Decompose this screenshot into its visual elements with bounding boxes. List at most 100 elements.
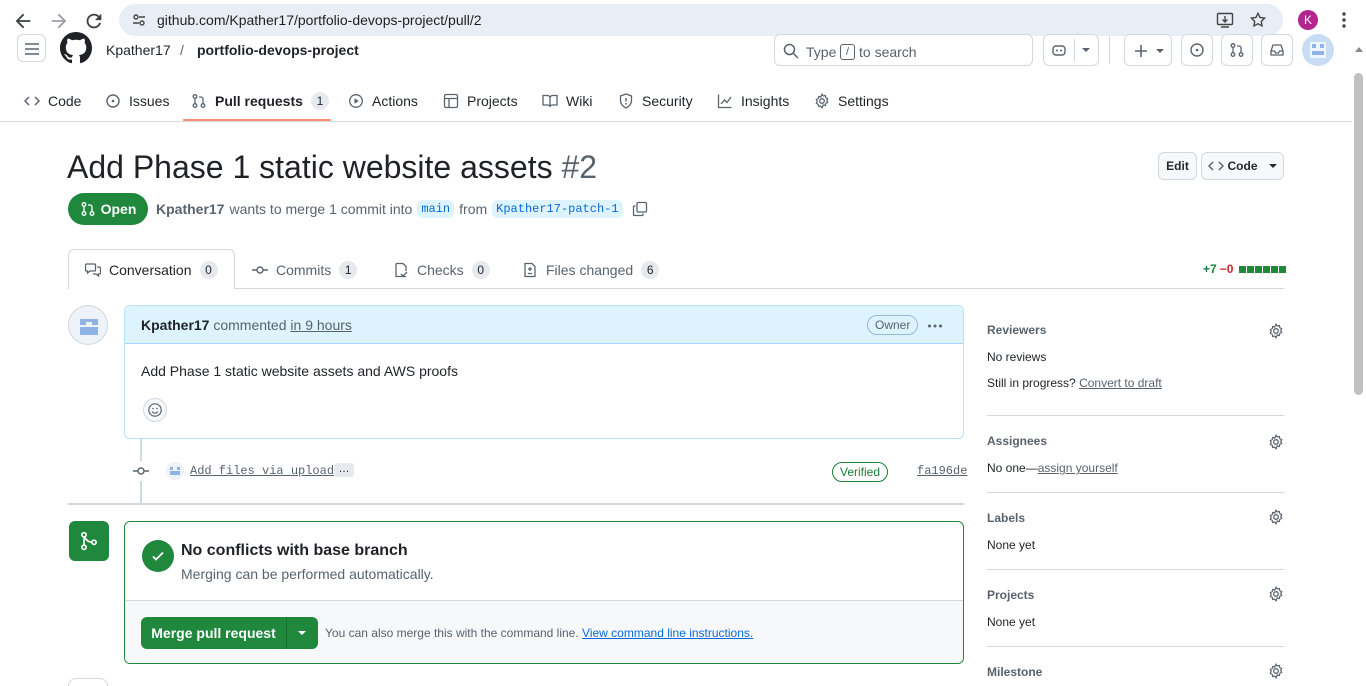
files-changed-count: 6 (641, 261, 660, 279)
merge-pull-request-button[interactable]: Merge pull request (141, 617, 286, 649)
commit-message-link[interactable]: Add files via upload (190, 464, 334, 478)
command-line-instructions-link[interactable]: View command line instructions. (582, 626, 753, 640)
search-placeholder-suffix: to search (859, 44, 917, 60)
tab-checks[interactable]: Checks 0 (393, 252, 490, 288)
milestone-section: Milestone (987, 663, 1284, 685)
profile-avatar[interactable]: K (1298, 10, 1318, 30)
comment-discussion-icon (85, 263, 101, 278)
tab-settings[interactable]: Settings (814, 88, 889, 114)
bookmark-star-icon[interactable] (1249, 11, 1267, 29)
commit-expand-button[interactable]: … (334, 463, 354, 477)
forward-arrow-icon[interactable] (48, 10, 70, 32)
reload-icon[interactable] (83, 10, 105, 32)
user-avatar[interactable] (1302, 34, 1334, 66)
code-icon (24, 96, 40, 106)
assignees-gear-icon[interactable] (1268, 434, 1284, 450)
shield-icon (619, 93, 633, 109)
graph-icon (717, 94, 732, 109)
comment-action: commented (213, 317, 287, 333)
checklist-icon (395, 262, 408, 278)
scrollbar-track[interactable] (1352, 40, 1366, 686)
merge-button-group: Merge pull request (141, 617, 318, 649)
tab-wiki[interactable]: Wiki (542, 88, 592, 114)
tab-issues[interactable]: Issues (105, 88, 169, 114)
hamburger-menu-button[interactable] (17, 34, 46, 62)
plus-icon (1135, 45, 1147, 57)
site-info-icon[interactable] (131, 12, 147, 28)
tab-commits[interactable]: Commits 1 (252, 252, 358, 288)
tab-insights[interactable]: Insights (717, 88, 789, 114)
labels-gear-icon[interactable] (1268, 509, 1284, 525)
copilot-button[interactable] (1043, 34, 1099, 66)
scrollbar-thumb[interactable] (1354, 73, 1363, 395)
comment-timestamp[interactable]: in 9 hours (290, 317, 351, 333)
comment-author-link[interactable]: Kpather17 (141, 317, 209, 333)
projects-value: None yet (987, 615, 1036, 629)
tab-code[interactable]: Code (24, 88, 81, 114)
diffstat-blocks (1239, 265, 1287, 273)
code-dropdown-button[interactable]: Code (1201, 152, 1284, 180)
commit-sha-link[interactable]: fa196de (917, 464, 967, 478)
base-branch[interactable]: main (417, 200, 455, 218)
tab-insights-label: Insights (741, 93, 790, 109)
tab-conversation[interactable]: Conversation 0 (85, 252, 218, 288)
verified-badge[interactable]: Verified (832, 462, 889, 482)
assign-yourself-link[interactable]: assign yourself (1038, 461, 1118, 475)
address-bar[interactable]: github.com/Kpather17/portfolio-devops-pr… (119, 4, 1283, 36)
merge-box: No conflicts with base branch Merging ca… (124, 521, 964, 664)
next-comment-avatar (68, 678, 108, 686)
gear-icon (815, 93, 829, 109)
scroll-up-icon[interactable] (1355, 46, 1363, 52)
repo-name-link[interactable]: portfolio-devops-project (197, 42, 359, 58)
sidebar-divider (987, 569, 1284, 570)
chevron-down-icon (1082, 48, 1090, 52)
git-commit-icon (133, 467, 149, 475)
repo-header: Kpather17 / portfolio-devops-project Typ… (0, 32, 1366, 122)
play-icon (349, 94, 363, 108)
search-input[interactable]: Type / to search (774, 34, 1033, 66)
github-logo-icon[interactable] (60, 32, 92, 64)
repo-owner-link[interactable]: Kpather17 (106, 42, 171, 58)
tab-settings-label: Settings (838, 93, 889, 109)
tab-actions[interactable]: Actions (348, 88, 418, 114)
commit-author-avatar[interactable] (166, 462, 184, 480)
merge-options-dropdown[interactable] (287, 617, 318, 649)
status-label: Open (100, 201, 137, 217)
create-new-button[interactable] (1124, 34, 1172, 66)
smiley-icon (148, 403, 162, 417)
install-app-icon[interactable] (1216, 11, 1234, 29)
comment-author-avatar[interactable] (68, 305, 108, 345)
tab-security[interactable]: Security (618, 88, 693, 114)
url-text: github.com/Kpather17/portfolio-devops-pr… (157, 12, 482, 28)
reviewers-gear-icon[interactable] (1268, 323, 1284, 339)
tab-projects[interactable]: Projects (443, 88, 518, 114)
back-arrow-icon[interactable] (12, 10, 34, 32)
breadcrumb-separator: / (180, 42, 184, 58)
tab-files-changed[interactable]: Files changed 6 (522, 252, 660, 288)
kebab-horizontal-icon[interactable] (927, 318, 943, 334)
browser-menu-icon[interactable] (1336, 10, 1352, 30)
labels-heading: Labels (987, 511, 1026, 525)
edit-title-button[interactable]: Edit (1158, 152, 1197, 180)
add-reaction-button[interactable] (143, 398, 167, 422)
copy-icon[interactable] (632, 201, 648, 217)
head-branch[interactable]: Kpather17-patch-1 (492, 200, 623, 218)
pr-description-comment: Kpather17 commented in 9 hours Owner Add… (124, 305, 964, 439)
tab-conversation-label: Conversation (109, 262, 192, 278)
deletions-count: −0 (1219, 262, 1234, 276)
issues-shortcut-button[interactable] (1181, 34, 1213, 66)
inbox-button[interactable] (1261, 34, 1293, 66)
commits-count: 1 (339, 261, 358, 279)
additions-count: +7 (1203, 262, 1217, 276)
checks-count: 0 (471, 261, 490, 279)
git-pull-request-icon (81, 202, 95, 216)
projects-gear-icon[interactable] (1268, 586, 1284, 602)
pull-requests-shortcut-button[interactable] (1221, 34, 1253, 66)
convert-to-draft-link[interactable]: Convert to draft (1079, 376, 1162, 390)
pr-title-text: Add Phase 1 static website assets (67, 149, 553, 185)
pr-author-link[interactable]: Kpather17 (156, 201, 224, 217)
git-commit-icon (252, 266, 268, 274)
milestone-gear-icon[interactable] (1268, 663, 1284, 679)
tab-pull-requests[interactable]: Pull requests 1 (191, 88, 329, 114)
draft-hint-text: Still in progress? (987, 376, 1076, 390)
